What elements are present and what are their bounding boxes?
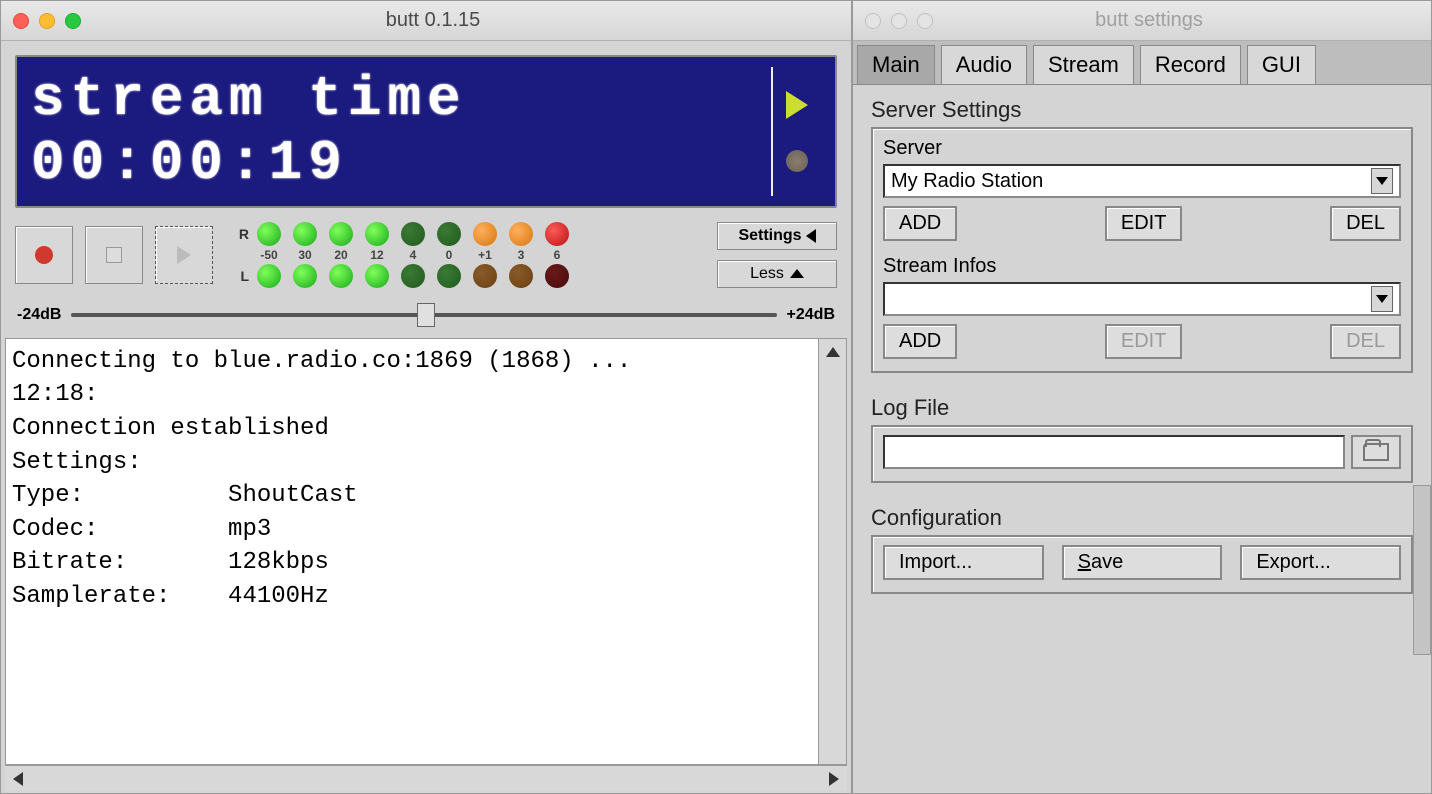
server-settings-section: Server Settings Server My Radio Station … bbox=[871, 97, 1413, 373]
vertical-scrollbar[interactable] bbox=[818, 339, 846, 764]
arrow-up-icon bbox=[790, 269, 804, 278]
settings-label: Settings bbox=[738, 227, 801, 245]
close-icon[interactable] bbox=[865, 13, 881, 29]
scroll-up-icon[interactable] bbox=[819, 339, 846, 365]
configuration-section: Configuration Import... Save Export... bbox=[871, 505, 1413, 594]
export-button[interactable]: Export... bbox=[1240, 545, 1401, 580]
gain-slider-row: -24dB +24dB bbox=[17, 306, 835, 324]
stop-icon bbox=[106, 247, 122, 263]
log-file-browse-button[interactable] bbox=[1351, 435, 1401, 469]
record-icon bbox=[35, 246, 53, 264]
stream-del-button: DEL bbox=[1330, 324, 1401, 359]
tab-audio[interactable]: Audio bbox=[941, 45, 1027, 84]
vu-label-r: R bbox=[227, 226, 249, 242]
settings-button[interactable]: Settings bbox=[717, 222, 837, 250]
log-file-section: Log File bbox=[871, 395, 1413, 483]
import-button[interactable]: Import... bbox=[883, 545, 1044, 580]
settings-traffic-lights bbox=[865, 13, 933, 29]
tab-record[interactable]: Record bbox=[1140, 45, 1241, 84]
close-icon[interactable] bbox=[13, 13, 29, 29]
server-dropdown[interactable]: My Radio Station bbox=[883, 164, 1401, 198]
stream-infos-dropdown[interactable] bbox=[883, 282, 1401, 316]
configuration-group: Import... Save Export... bbox=[871, 535, 1413, 594]
server-dropdown-value: My Radio Station bbox=[891, 170, 1043, 193]
lcd-status-icons bbox=[771, 67, 821, 196]
tab-stream[interactable]: Stream bbox=[1033, 45, 1134, 84]
main-window: butt 0.1.15 stream time 00:00:19 R -5030… bbox=[0, 0, 852, 794]
recording-indicator-icon bbox=[786, 150, 808, 172]
folder-icon bbox=[1363, 443, 1389, 461]
stream-infos-label: Stream Infos bbox=[883, 255, 1401, 278]
log-text: Connecting to blue.radio.co:1869 (1868) … bbox=[12, 348, 631, 610]
log-output[interactable]: Connecting to blue.radio.co:1869 (1868) … bbox=[5, 338, 847, 765]
minimize-icon[interactable] bbox=[891, 13, 907, 29]
lcd-display: stream time 00:00:19 bbox=[15, 55, 837, 208]
dropdown-arrow-icon bbox=[1371, 286, 1393, 312]
log-file-group bbox=[871, 425, 1413, 483]
settings-window: butt settings Main Audio Stream Record G… bbox=[852, 0, 1432, 794]
server-del-button[interactable]: DEL bbox=[1330, 206, 1401, 241]
gain-low-label: -24dB bbox=[17, 306, 61, 324]
stream-add-button[interactable]: ADD bbox=[883, 324, 957, 359]
dropdown-arrow-icon bbox=[1371, 168, 1393, 194]
transport-controls bbox=[15, 226, 213, 284]
main-titlebar: butt 0.1.15 bbox=[1, 1, 851, 41]
tab-main[interactable]: Main bbox=[857, 45, 935, 84]
less-label: Less bbox=[750, 265, 784, 283]
vu-row-left: L bbox=[227, 264, 703, 288]
server-settings-title: Server Settings bbox=[871, 97, 1413, 123]
gain-high-label: +24dB bbox=[787, 306, 835, 324]
play-icon bbox=[177, 246, 191, 264]
vu-row-right: R bbox=[227, 222, 703, 246]
server-edit-button[interactable]: EDIT bbox=[1105, 206, 1183, 241]
vu-meter: R -5030201240+136 L bbox=[227, 222, 703, 288]
arrow-left-icon bbox=[806, 229, 816, 243]
lcd-text: stream time 00:00:19 bbox=[31, 67, 761, 196]
streaming-indicator-icon bbox=[786, 91, 808, 119]
server-settings-group: Server My Radio Station ADD EDIT DEL Str… bbox=[871, 127, 1413, 373]
log-file-input[interactable] bbox=[883, 435, 1345, 469]
settings-scrollbar[interactable] bbox=[1413, 485, 1431, 655]
stream-edit-button: EDIT bbox=[1105, 324, 1183, 359]
less-button[interactable]: Less bbox=[717, 260, 837, 288]
lcd-line1: stream time bbox=[31, 67, 467, 131]
gain-thumb[interactable] bbox=[417, 303, 435, 327]
play-button[interactable] bbox=[155, 226, 213, 284]
tabs-bar: Main Audio Stream Record GUI bbox=[853, 41, 1431, 85]
settings-body: Server Settings Server My Radio Station … bbox=[853, 85, 1431, 793]
horizontal-scrollbar[interactable] bbox=[5, 765, 847, 791]
vu-tick-labels: -5030201240+136 bbox=[253, 248, 703, 262]
traffic-lights bbox=[13, 13, 81, 29]
vu-label-l: L bbox=[227, 268, 249, 284]
record-button[interactable] bbox=[15, 226, 73, 284]
main-window-title: butt 0.1.15 bbox=[93, 9, 773, 32]
tab-gui[interactable]: GUI bbox=[1247, 45, 1316, 84]
log-file-title: Log File bbox=[871, 395, 1413, 421]
stop-button[interactable] bbox=[85, 226, 143, 284]
server-add-button[interactable]: ADD bbox=[883, 206, 957, 241]
configuration-title: Configuration bbox=[871, 505, 1413, 531]
scroll-left-icon[interactable] bbox=[5, 766, 31, 791]
settings-window-title: butt settings bbox=[945, 9, 1353, 32]
zoom-icon[interactable] bbox=[65, 13, 81, 29]
gain-slider[interactable] bbox=[71, 313, 776, 317]
scroll-right-icon[interactable] bbox=[821, 766, 847, 791]
server-label: Server bbox=[883, 137, 1401, 160]
lcd-line2: 00:00:19 bbox=[31, 131, 348, 195]
zoom-icon[interactable] bbox=[917, 13, 933, 29]
settings-titlebar: butt settings bbox=[853, 1, 1431, 41]
minimize-icon[interactable] bbox=[39, 13, 55, 29]
save-button[interactable]: Save bbox=[1062, 545, 1223, 580]
